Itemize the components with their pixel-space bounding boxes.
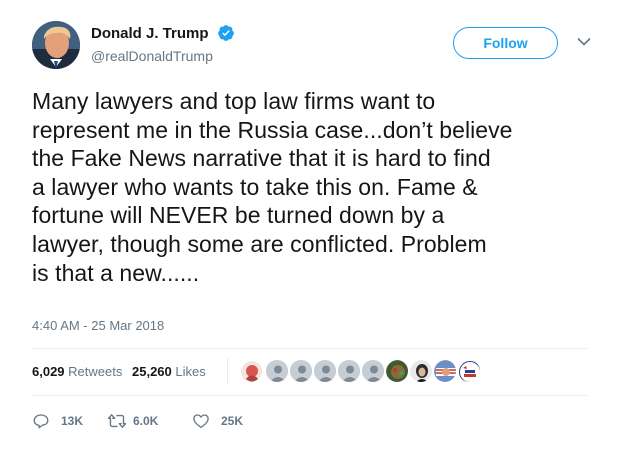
liker-avatar[interactable]: [337, 359, 361, 383]
retweet-button[interactable]: 6.0K: [107, 411, 177, 431]
like-button[interactable]: 25K: [192, 411, 252, 431]
display-name[interactable]: Donald J. Trump: [91, 25, 209, 42]
liker-avatar[interactable]: [409, 359, 433, 383]
tweet-text-line: is that a new......: [32, 259, 200, 286]
liker-avatar[interactable]: [289, 359, 313, 383]
tweet-text: Many lawyers and top law firms want to r…: [32, 87, 592, 287]
chevron-down-icon[interactable]: [577, 37, 591, 47]
avatar-image: [32, 21, 80, 69]
retweets-label: Retweets: [68, 364, 123, 379]
divider: [32, 348, 587, 349]
verified-badge-icon: [218, 25, 234, 41]
liker-avatar[interactable]: [239, 359, 263, 383]
tweet-text-line: Many lawyers and top law firms want to: [32, 88, 436, 114]
heart-icon: [193, 414, 209, 429]
liker-avatar[interactable]: [433, 359, 457, 383]
tweet-timestamp[interactable]: 4:40 AM - 25 Mar 2018: [32, 318, 164, 333]
tweet-text-line: fortune will NEVER be turned down by a: [32, 202, 445, 229]
tweet-text-line: represent me in the Russia case...don’t …: [32, 116, 513, 143]
tweet-text-line: lawyer, though some are conflicted. Prob…: [32, 230, 487, 257]
liker-avatar[interactable]: [265, 359, 289, 383]
tweet-card: Donald J. Trump @realDonaldTrump Follow …: [0, 0, 617, 450]
avatar[interactable]: [32, 21, 80, 69]
user-info: Donald J. Trump @realDonaldTrump: [91, 24, 235, 64]
reply-button[interactable]: 13K: [32, 411, 92, 431]
tweet-text-line: a lawyer who wants to take this on. Fame…: [32, 173, 478, 200]
liker-avatar[interactable]: [385, 359, 409, 383]
retweet-icon: [107, 414, 127, 428]
tweet-stats: 6,029 Retweets 25,260 Likes: [32, 364, 212, 379]
reply-icon: [33, 414, 49, 429]
user-handle[interactable]: @realDonaldTrump: [91, 48, 235, 64]
likes-count: 25,260: [132, 364, 172, 379]
liker-avatar[interactable]: [457, 359, 481, 383]
likes-label: Likes: [175, 364, 206, 379]
reply-count: 13K: [61, 414, 84, 428]
tweet-text-line: the Fake News narrative that it is hard …: [32, 145, 491, 172]
retweets-stat[interactable]: 6,029 Retweets: [32, 364, 122, 379]
follow-button[interactable]: Follow: [453, 27, 558, 59]
likes-stat[interactable]: 25,260 Likes: [132, 364, 206, 379]
like-count: 25K: [221, 414, 244, 428]
retweets-count: 6,029: [32, 364, 65, 379]
liker-avatar[interactable]: [361, 359, 385, 383]
retweet-count: 6.0K: [133, 414, 159, 428]
divider: [32, 395, 587, 396]
liker-avatar[interactable]: [313, 359, 337, 383]
stats-separator: [227, 358, 228, 384]
